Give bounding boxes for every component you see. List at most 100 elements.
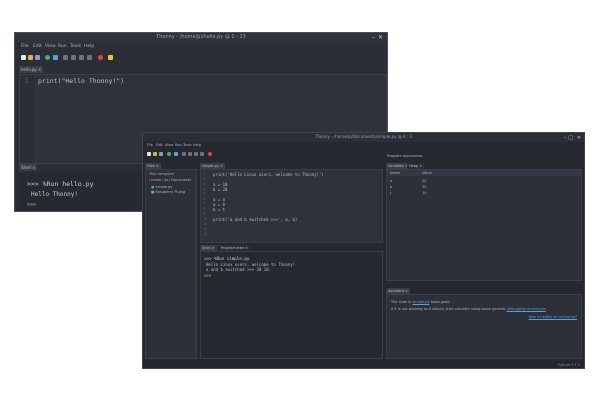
shell-output: Hello Thonny! bbox=[31, 191, 78, 198]
window-titlebar[interactable]: Thonny - /home/pi/hello.py @ 1 : 23 – ✕ bbox=[15, 33, 387, 43]
step-out-icon[interactable] bbox=[79, 55, 84, 60]
files-header: This computer bbox=[149, 172, 175, 176]
open-file-icon[interactable] bbox=[28, 55, 33, 60]
line-number: 11 bbox=[203, 222, 208, 226]
code-line: print('Hello Linux users, welcome to Tho… bbox=[213, 171, 324, 177]
debugging-link[interactable]: debugging techniques bbox=[507, 307, 546, 311]
line-number: 1 bbox=[25, 78, 29, 85]
line-number: 1 bbox=[203, 172, 206, 176]
variable-value: 10 bbox=[422, 185, 427, 189]
stop-icon[interactable] bbox=[208, 152, 212, 156]
menu-view[interactable]: View bbox=[45, 44, 56, 49]
python-version[interactable]: Python 3.7.3 bbox=[558, 363, 580, 367]
code-editor[interactable]: 1 print('Hello Linux users, welcome to Th… bbox=[200, 169, 383, 243]
menu-run[interactable]: Run bbox=[175, 143, 182, 147]
close-button[interactable]: ✕ bbox=[577, 134, 581, 142]
step-into-icon[interactable] bbox=[71, 55, 76, 60]
shell-prompt: >>> bbox=[204, 273, 212, 278]
line-number: 12 bbox=[203, 227, 208, 231]
shell-command: >>> %Run hello.py bbox=[27, 180, 94, 188]
stop-icon[interactable] bbox=[98, 55, 103, 60]
line-number: 3 bbox=[203, 182, 206, 186]
line-number: 7 bbox=[203, 202, 206, 206]
column-name: Name bbox=[390, 171, 401, 175]
line-gutter: 1 bbox=[20, 75, 34, 163]
zoom-icon[interactable] bbox=[108, 55, 113, 60]
line-number: 8 bbox=[203, 207, 206, 211]
step-into-icon[interactable] bbox=[188, 152, 192, 156]
step-over-icon[interactable] bbox=[63, 55, 68, 60]
new-file-icon[interactable] bbox=[21, 55, 26, 60]
run-icon[interactable] bbox=[167, 152, 171, 156]
run-icon[interactable] bbox=[45, 55, 50, 60]
status-bar: Python 3.7.3 bbox=[143, 361, 584, 368]
step-out-icon[interactable] bbox=[194, 152, 198, 156]
code-line: b = t bbox=[213, 206, 226, 212]
variable-value: 10 bbox=[422, 191, 427, 195]
debug-icon[interactable] bbox=[53, 55, 58, 60]
resume-icon[interactable] bbox=[87, 55, 92, 60]
menu-file[interactable]: File bbox=[21, 44, 29, 49]
menu-run[interactable]: Run bbox=[58, 44, 67, 49]
minimize-button[interactable]: – bbox=[372, 34, 375, 42]
code-line: print('a and b switched >>>', a, b) bbox=[213, 216, 298, 222]
shell-prompt: >>> bbox=[27, 202, 37, 208]
code-line: print("Hello Thonny!") bbox=[38, 77, 125, 85]
resume-icon[interactable] bbox=[200, 152, 204, 156]
save-icon[interactable] bbox=[35, 55, 40, 60]
file-item-simple-py[interactable]: ■ simple.py bbox=[151, 185, 172, 189]
tab-shell[interactable]: Shell × bbox=[19, 164, 38, 171]
open-file-icon[interactable] bbox=[153, 152, 157, 156]
line-number: 4 bbox=[203, 187, 206, 191]
minimize-button[interactable]: – bbox=[564, 134, 567, 142]
file-item-image[interactable]: ■ Raspberry Pi.png bbox=[151, 190, 185, 194]
variable-name[interactable]: a bbox=[390, 179, 392, 183]
line-number: 9 bbox=[203, 212, 206, 216]
menu-edit[interactable]: Edit bbox=[33, 44, 42, 49]
line-number: 10 bbox=[203, 217, 208, 221]
assistant-panel: The code in simple.py looks good. If it … bbox=[386, 294, 582, 359]
files-path[interactable]: / home / pi / Documents bbox=[149, 178, 191, 182]
line-number: 6 bbox=[203, 197, 206, 201]
menu-help[interactable]: Help bbox=[193, 143, 201, 147]
feedback-link[interactable]: Was it helpful or confusing? bbox=[529, 315, 577, 319]
variables-panel: Name Value a 20 b 10 t 10 bbox=[386, 169, 582, 281]
assistant-message-2: If it is not working as it should, then … bbox=[391, 307, 547, 311]
window-title: Thonny - /home/pi/Documents/simple.py @ … bbox=[315, 134, 412, 139]
toolbar bbox=[143, 149, 584, 160]
new-file-icon[interactable] bbox=[147, 152, 151, 156]
window-title: Thonny - /home/pi/hello.py @ 1 : 23 bbox=[156, 34, 246, 40]
column-value: Value bbox=[422, 171, 432, 175]
variable-name[interactable]: b bbox=[390, 185, 392, 189]
menu-edit[interactable]: Edit bbox=[156, 143, 163, 147]
assistant-message-1: The code in simple.py looks good. bbox=[391, 300, 451, 304]
toolbar bbox=[15, 52, 387, 63]
line-number: 2 bbox=[203, 177, 206, 181]
line-number: 13 bbox=[203, 232, 208, 236]
variable-name[interactable]: t bbox=[390, 191, 391, 195]
shell-panel[interactable]: >>> %Run simple.py Hello Linux users, we… bbox=[200, 251, 383, 359]
variable-value: 20 bbox=[422, 179, 427, 183]
step-over-icon[interactable] bbox=[182, 152, 186, 156]
debug-icon[interactable] bbox=[174, 152, 178, 156]
maximize-button[interactable]: □ bbox=[568, 134, 573, 142]
menu-view[interactable]: View bbox=[165, 143, 173, 147]
close-button[interactable]: ✕ bbox=[378, 34, 383, 42]
save-icon[interactable] bbox=[159, 152, 163, 156]
code-line: b = 20 bbox=[213, 186, 228, 192]
editor-tabs: hello.py × bbox=[15, 66, 387, 74]
program-arguments-label: Program arguments: bbox=[387, 154, 423, 158]
menu-help[interactable]: Help bbox=[84, 44, 94, 49]
files-panel: This computer / home / pi / Documents ■ … bbox=[145, 169, 197, 359]
menu-tools[interactable]: Tools bbox=[70, 44, 81, 49]
menu-bar: File Edit View Run Tools Help bbox=[15, 43, 387, 52]
shell-command: >>> %Run simple.py bbox=[204, 256, 250, 261]
shell-output-2: a and b switched >>> 20 10 bbox=[206, 267, 269, 272]
menu-tools[interactable]: Tools bbox=[183, 143, 192, 147]
menu-file[interactable]: File bbox=[147, 143, 153, 147]
tab-hello-py[interactable]: hello.py × bbox=[19, 66, 44, 73]
variables-header: Name Value bbox=[387, 170, 581, 176]
thonny-window-simple: Thonny - /home/pi/Documents/simple.py @ … bbox=[142, 132, 585, 369]
window-titlebar[interactable]: Thonny - /home/pi/Documents/simple.py @ … bbox=[143, 133, 584, 142]
file-link[interactable]: simple.py bbox=[412, 300, 429, 304]
